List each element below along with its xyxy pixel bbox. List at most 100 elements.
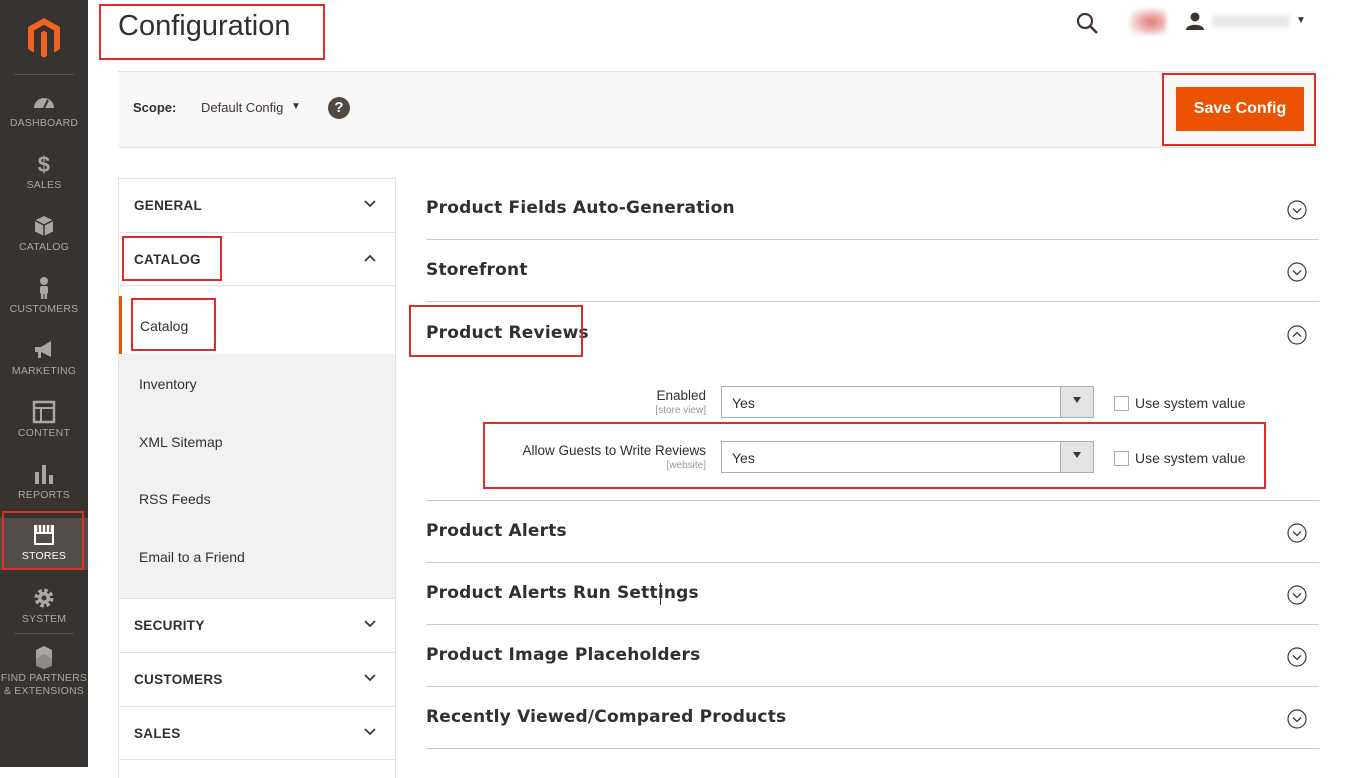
- sidebar-item-find-partners[interactable]: FIND PARTNERS & EXTENSIONS: [0, 645, 88, 707]
- chevron-down-icon: [364, 620, 376, 628]
- tab-item-label: Catalog: [140, 318, 189, 334]
- select-value: Yes: [732, 395, 755, 411]
- section-title: Product Alerts Run Settings: [426, 583, 699, 603]
- layout-icon: [32, 400, 56, 424]
- chevron-down-icon: [364, 674, 376, 682]
- expand-circle-icon[interactable]: [1287, 585, 1307, 605]
- enabled-use-system-checkbox[interactable]: [1114, 396, 1129, 411]
- text-cursor: [660, 583, 661, 605]
- user-menu-caret-icon[interactable]: ▼: [1296, 15, 1306, 26]
- section-title: Product Image Placeholders: [426, 645, 701, 665]
- tab-label: SALES: [134, 726, 181, 741]
- storefront-icon: [34, 525, 54, 545]
- sidebar-item-stores[interactable]: STORES: [0, 518, 88, 570]
- tab-item-label: XML Sitemap: [139, 434, 223, 450]
- sidebar-item-customers[interactable]: CUSTOMERS: [0, 276, 88, 338]
- tab-label: CUSTOMERS: [134, 672, 223, 687]
- tab-security[interactable]: SECURITY: [119, 598, 395, 652]
- section-product-alerts-run-settings[interactable]: Product Alerts Run Settings: [426, 563, 1319, 625]
- sidebar-item-catalog[interactable]: CATALOG: [0, 214, 88, 276]
- chevron-down-icon: [364, 728, 376, 736]
- section-title: Product Fields Auto-Generation: [426, 198, 735, 218]
- sidebar-item-reports[interactable]: REPORTS: [0, 462, 88, 524]
- sidebar-item-label: & EXTENSIONS: [3, 685, 84, 697]
- sidebar-item-label: MARKETING: [11, 365, 77, 377]
- sidebar-item-system[interactable]: SYSTEM: [0, 586, 88, 648]
- section-title: Product Alerts: [426, 521, 567, 541]
- user-icon[interactable]: [1186, 12, 1204, 30]
- page-title: Configuration: [118, 10, 291, 42]
- bar-chart-icon: [35, 465, 53, 484]
- help-icon[interactable]: ?: [328, 97, 350, 119]
- admin-sidebar: DASHBOARD $ SALES CATALOG CUSTOMERS MARK…: [0, 0, 88, 767]
- use-system-label: Use system value: [1135, 450, 1246, 466]
- tab-label: SECURITY: [134, 618, 205, 633]
- sidebar-item-sales[interactable]: $ SALES: [0, 152, 88, 214]
- cube-icon: [34, 216, 54, 236]
- sidebar-item-label: CATALOG: [18, 241, 70, 253]
- tab-item-inventory[interactable]: Inventory: [119, 354, 395, 412]
- section-product-image-placeholders[interactable]: Product Image Placeholders: [426, 625, 1319, 687]
- config-tabs: GENERAL CATALOG Catalog Inventory XML Si…: [118, 178, 396, 778]
- tab-item-catalog[interactable]: Catalog: [119, 296, 395, 354]
- sidebar-item-label: CONTENT: [17, 427, 71, 439]
- select-arrow[interactable]: [1060, 387, 1093, 417]
- section-title: Storefront: [426, 260, 528, 280]
- select-arrow[interactable]: [1060, 442, 1093, 472]
- dashboard-icon: [34, 98, 54, 109]
- sidebar-item-label: REPORTS: [18, 489, 70, 501]
- scope-switcher[interactable]: Default Config: [201, 100, 283, 115]
- section-product-fields-auto-generation[interactable]: Product Fields Auto-Generation: [426, 178, 1319, 240]
- expand-circle-icon[interactable]: [1287, 200, 1307, 220]
- chevron-up-icon: [364, 254, 376, 262]
- allow-guests-label: Allow Guests to Write Reviews: [522, 443, 706, 458]
- section-title: Product Reviews: [426, 323, 589, 343]
- collapse-circle-icon[interactable]: [1287, 325, 1307, 345]
- section-product-alerts[interactable]: Product Alerts: [426, 501, 1319, 563]
- enabled-scope: [store view]: [655, 405, 706, 416]
- sidebar-item-label: FIND PARTNERS: [0, 672, 88, 684]
- sidebar-item-content[interactable]: CONTENT: [0, 400, 88, 462]
- select-value: Yes: [732, 450, 755, 466]
- tab-item-xml-sitemap[interactable]: XML Sitemap: [119, 412, 395, 470]
- allow-guests-use-system-checkbox[interactable]: [1114, 451, 1129, 466]
- tab-item-email-friend[interactable]: Email to a Friend: [119, 527, 395, 598]
- tab-label: CATALOG: [134, 252, 201, 267]
- tab-catalog[interactable]: CATALOG: [119, 232, 395, 286]
- scope-label: Scope:: [133, 100, 177, 115]
- boxes-icon: [36, 646, 52, 669]
- enabled-select[interactable]: Yes: [721, 386, 1094, 418]
- expand-circle-icon[interactable]: [1287, 262, 1307, 282]
- scope-caret-icon[interactable]: ▼: [291, 101, 301, 112]
- tab-customers[interactable]: CUSTOMERS: [119, 652, 395, 706]
- expand-circle-icon[interactable]: [1287, 709, 1307, 729]
- tab-item-label: Email to a Friend: [139, 549, 245, 565]
- allow-guests-select[interactable]: Yes: [721, 441, 1094, 473]
- caret-down-icon: [1073, 452, 1081, 458]
- user-name[interactable]: [1212, 15, 1290, 27]
- expand-circle-icon[interactable]: [1287, 523, 1307, 543]
- magento-logo-icon[interactable]: [26, 16, 62, 60]
- allow-guests-scope: [website]: [666, 460, 706, 471]
- sidebar-item-label: CUSTOMERS: [9, 303, 79, 315]
- save-config-button[interactable]: Save Config: [1176, 87, 1304, 131]
- sidebar-divider: [14, 74, 74, 75]
- tab-sales[interactable]: SALES: [119, 706, 395, 760]
- caret-down-icon: [1073, 397, 1081, 403]
- notifications-indicator[interactable]: [1130, 9, 1166, 35]
- tab-item-rss-feeds[interactable]: RSS Feeds: [119, 469, 395, 527]
- chevron-down-icon: [364, 200, 376, 208]
- megaphone-icon: [35, 341, 51, 358]
- enabled-label: Enabled: [656, 388, 706, 403]
- search-icon[interactable]: [1076, 12, 1098, 34]
- gear-icon: [34, 588, 54, 608]
- section-recently-viewed-compared[interactable]: Recently Viewed/Compared Products: [426, 687, 1319, 749]
- sidebar-item-label: DASHBOARD: [9, 117, 79, 129]
- tab-general[interactable]: GENERAL: [119, 178, 395, 232]
- dollar-icon: $: [38, 152, 50, 176]
- section-storefront[interactable]: Storefront: [426, 240, 1319, 302]
- expand-circle-icon[interactable]: [1287, 647, 1307, 667]
- sidebar-item-label: SALES: [26, 179, 62, 191]
- sidebar-item-dashboard[interactable]: DASHBOARD: [0, 90, 88, 152]
- sidebar-item-marketing[interactable]: MARKETING: [0, 338, 88, 400]
